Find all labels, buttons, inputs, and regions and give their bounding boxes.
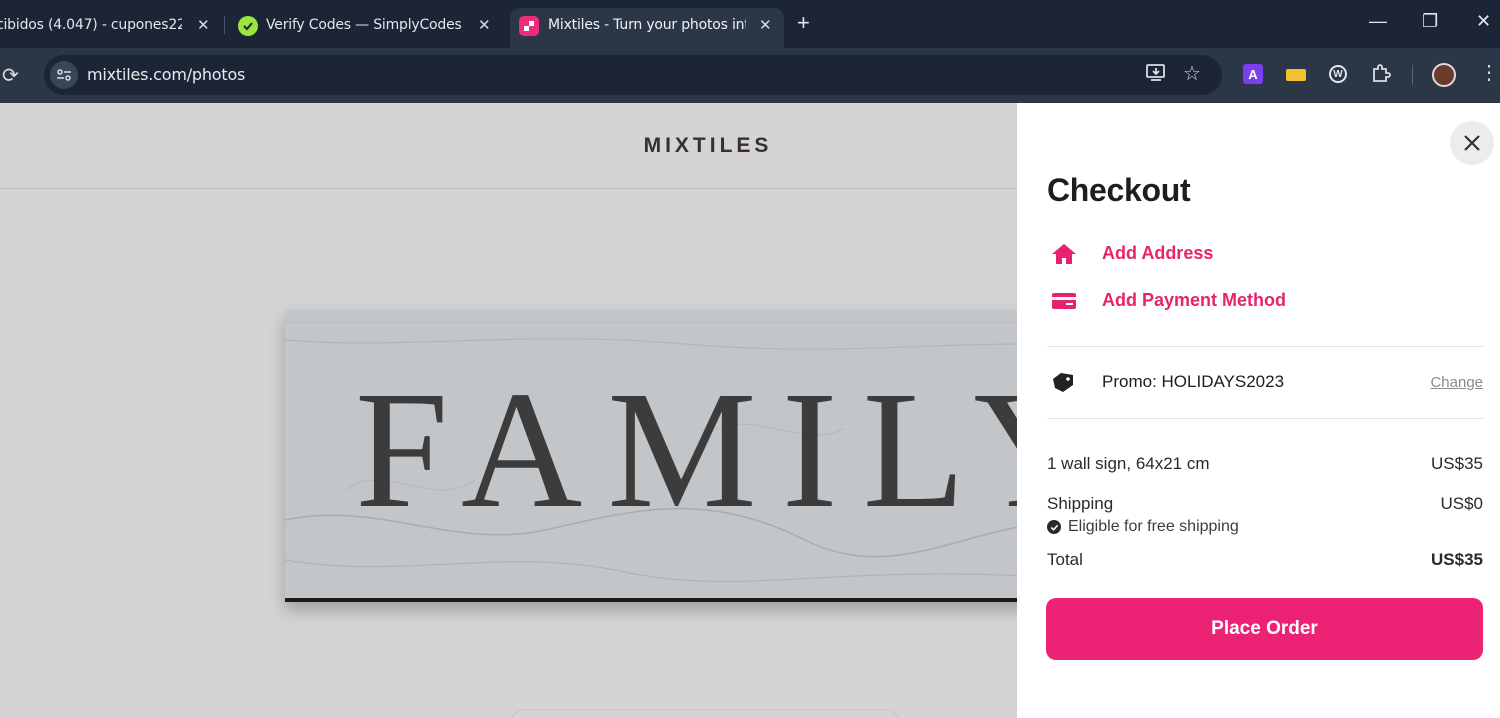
item-description: 1 wall sign, 64x21 cm	[1047, 454, 1210, 473]
shipping-price: US$0	[1440, 494, 1483, 513]
section-divider	[1047, 418, 1483, 419]
add-payment-label: Add Payment Method	[1102, 290, 1287, 310]
section-divider	[1047, 346, 1483, 347]
minimize-button[interactable]: —	[1369, 11, 1387, 31]
extension-card-icon[interactable]	[1286, 69, 1306, 81]
tab-title: Mixtiles - Turn your photos into	[548, 17, 746, 33]
shipping-label: Shipping	[1047, 494, 1114, 513]
extension-w-icon[interactable]: W	[1329, 65, 1347, 83]
mixtiles-favicon-icon	[519, 16, 539, 36]
toolbar-separator	[1412, 65, 1413, 85]
tab-title: Verify Codes — SimplyCodes	[266, 17, 462, 33]
site-settings-icon[interactable]	[50, 61, 78, 89]
install-app-icon[interactable]	[1145, 63, 1167, 89]
browser-menu-icon[interactable]: ⋮	[1479, 60, 1499, 85]
restore-button[interactable]: ❐	[1422, 11, 1438, 31]
item-price: US$35	[1431, 454, 1483, 473]
promo-code-label: Promo: HOLIDAYS2023	[1102, 372, 1285, 391]
reload-icon[interactable]: ⟳	[2, 63, 19, 88]
total-line: Total US$35	[1047, 550, 1483, 570]
bottom-control-outline[interactable]	[510, 709, 900, 718]
sign-text: FAMILY	[355, 357, 1017, 543]
tab-close-icon[interactable]: ✕	[759, 16, 772, 34]
tab-separator	[224, 16, 225, 34]
close-icon	[1464, 135, 1480, 151]
checkout-title: Checkout	[1047, 172, 1191, 208]
place-order-button[interactable]: Place Order	[1046, 598, 1483, 660]
tab-gmail[interactable]: cibidos (4.047) - cupones228 ✕	[0, 8, 222, 48]
tab-close-icon[interactable]: ✕	[478, 16, 491, 34]
wall-sign-preview: FAMILY	[285, 310, 1017, 602]
credit-card-icon	[1051, 290, 1077, 312]
close-checkout-button[interactable]	[1450, 121, 1494, 165]
total-price: US$35	[1431, 550, 1483, 569]
url-text[interactable]: mixtiles.com/photos	[87, 65, 245, 84]
mixtiles-page: MIXTILES FAMILY	[0, 103, 1017, 718]
change-promo-link[interactable]: Change	[1430, 374, 1483, 391]
bookmark-star-icon[interactable]: ☆	[1183, 61, 1201, 86]
brand-logo[interactable]: MIXTILES	[0, 134, 1017, 158]
total-label: Total	[1047, 550, 1083, 569]
profile-avatar[interactable]	[1432, 63, 1456, 87]
free-shipping-note: Eligible for free shipping	[1047, 518, 1239, 536]
simplycodes-favicon-icon	[238, 16, 258, 36]
tab-close-icon[interactable]: ✕	[197, 16, 210, 34]
extension-a-icon[interactable]: A	[1243, 64, 1263, 84]
extensions-puzzle-icon[interactable]	[1370, 63, 1392, 90]
tag-icon	[1051, 371, 1075, 398]
tab-mixtiles-active[interactable]: Mixtiles - Turn your photos into ✕	[510, 8, 784, 48]
header-divider	[0, 188, 1017, 189]
new-tab-button[interactable]: +	[797, 12, 810, 34]
browser-toolbar: ⟳ mixtiles.com/photos ☆ A W ⋮	[0, 48, 1500, 103]
browser-tab-bar: cibidos (4.047) - cupones228 ✕ Verify Co…	[0, 0, 1500, 48]
check-circle-icon	[1047, 520, 1061, 534]
window-close-button[interactable]: ✕	[1476, 11, 1491, 31]
promo-row: Promo: HOLIDAYS2023 Change	[1047, 366, 1483, 396]
item-line: 1 wall sign, 64x21 cm US$35	[1047, 454, 1483, 474]
home-icon	[1051, 243, 1077, 265]
checkout-drawer: Checkout Add Address Add Payment Method …	[1017, 103, 1500, 718]
add-address-button[interactable]: Add Address	[1047, 239, 1447, 269]
address-bar[interactable]: mixtiles.com/photos ☆	[44, 55, 1222, 95]
add-address-label: Add Address	[1102, 243, 1214, 263]
tab-simplycodes[interactable]: Verify Codes — SimplyCodes ✕	[228, 8, 502, 48]
add-payment-method-button[interactable]: Add Payment Method	[1047, 286, 1447, 316]
free-shipping-text: Eligible for free shipping	[1068, 518, 1239, 535]
shipping-line: Shipping US$0	[1047, 494, 1483, 514]
tab-title: cibidos (4.047) - cupones228	[0, 17, 182, 33]
